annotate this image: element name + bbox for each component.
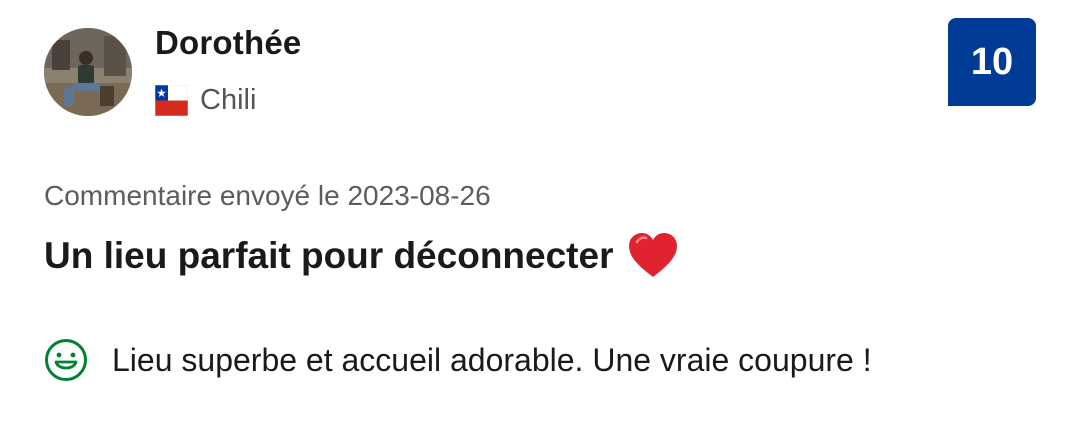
review-title-text: Un lieu parfait pour déconnecter: [44, 235, 614, 276]
reviewer-country: Chili: [155, 80, 256, 120]
reviewer-avatar: [44, 28, 132, 116]
positive-comment-text: Lieu superbe et accueil adorable. Une vr…: [112, 341, 872, 378]
heart-icon: [629, 233, 678, 277]
chile-flag-icon: [155, 84, 188, 116]
review-date: Commentaire envoyé le 2023-08-26: [44, 180, 491, 211]
country-name: Chili: [200, 83, 257, 116]
reviewer-name: Dorothée: [155, 24, 302, 61]
smile-icon: [45, 339, 87, 381]
avatar-photo-icon: [44, 28, 132, 116]
positive-comment: Lieu superbe et accueil adorable. Une vr…: [44, 338, 872, 382]
review-title: Un lieu parfait pour déconnecter: [44, 232, 679, 280]
review-card: Dorothée Chili 10 Commentaire envoyé le …: [0, 0, 1080, 426]
review-score-badge: 10: [948, 18, 1036, 106]
